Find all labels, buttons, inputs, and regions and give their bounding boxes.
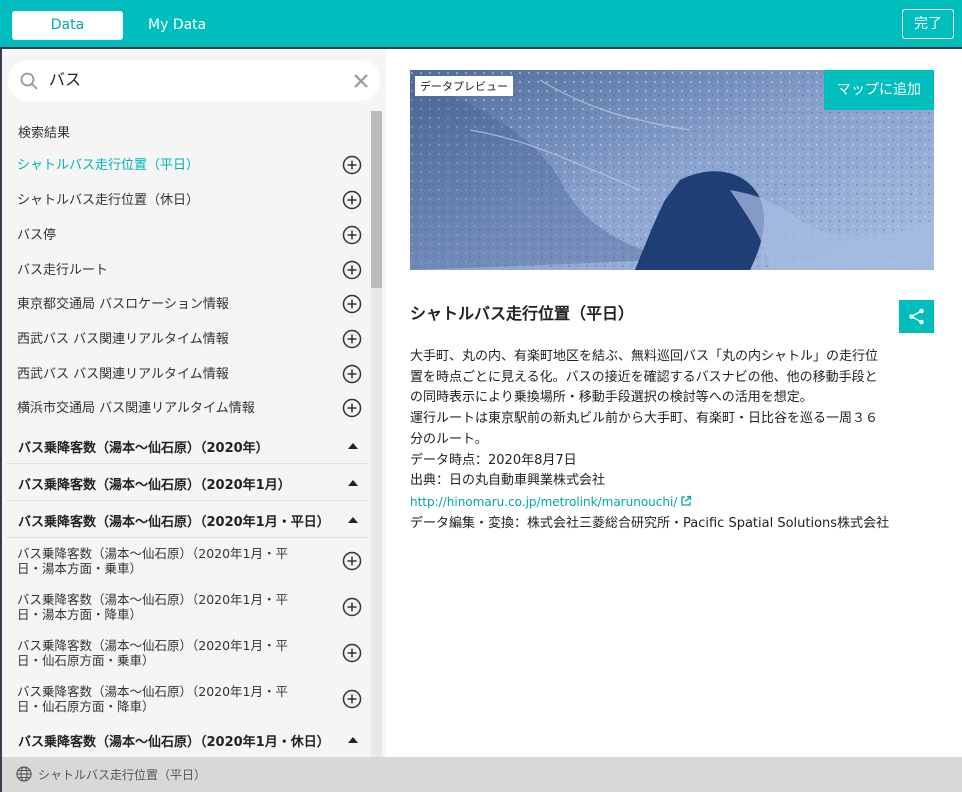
- add-circle-icon[interactable]: [342, 364, 362, 384]
- list-item[interactable]: 東京都交通局 バスロケーション情報: [6, 293, 368, 315]
- group-header[interactable]: バス乗降客数（湯本～仙石原）（2020年1月）: [6, 465, 368, 501]
- list-item-label: シャトルバス走行位置（休日）: [17, 193, 200, 208]
- add-circle-icon[interactable]: [342, 294, 362, 314]
- list-item-label: 東京都交通局 バスロケーション情報: [17, 297, 229, 312]
- group-header[interactable]: バス乗降客数（湯本～仙石原）（2020年1月・平日）: [6, 502, 368, 538]
- catalogue-sidebar: バス 検索結果 シャトルバス走行位置（平日） シャトルバス走行位置（休日） バス…: [0, 49, 386, 757]
- done-button[interactable]: 完了: [902, 9, 954, 39]
- label-line-2: 日・仙石原方面・乗車）: [17, 653, 155, 668]
- add-circle-icon[interactable]: [342, 398, 362, 418]
- description-line: 大手町、丸の内、有楽町地区を結ぶ、無料巡回バス「丸の内シャトル」の走行位: [410, 349, 879, 364]
- data-date: データ時点：2020年8月7日: [410, 452, 577, 468]
- group-label: バス乗降客数（湯本～仙石原）（2020年1月・平日）: [18, 515, 330, 530]
- add-circle-icon[interactable]: [342, 597, 362, 617]
- list-item-label: 西武バス バス関連リアルタイム情報: [17, 332, 229, 347]
- add-circle-icon[interactable]: [342, 689, 362, 709]
- search-input[interactable]: バス: [49, 69, 81, 91]
- add-circle-icon[interactable]: [342, 155, 362, 175]
- label-line-2: 日・湯本方面・降車）: [17, 607, 143, 622]
- list-item[interactable]: シャトルバス走行位置（休日）: [6, 189, 368, 211]
- list-item-label: 西武バス バス関連リアルタイム情報: [17, 367, 229, 382]
- list-item[interactable]: バス乗降客数（湯本～仙石原）（2020年1月・平 日・湯本方面・降車）: [6, 591, 368, 625]
- description-line: の同時表示により乗換場所・移動手段選択の検討等への活用を想定。: [410, 390, 813, 406]
- list-item[interactable]: バス乗降客数（湯本～仙石原）（2020年1月・平 日・仙石原方面・降車）: [6, 683, 368, 717]
- status-bar: シャトルバス走行位置（平日）: [0, 757, 962, 792]
- source-link-row: http://hinomaru.co.jp/metrolink/marunouc…: [410, 492, 934, 514]
- list-item[interactable]: バス走行ルート: [6, 259, 368, 281]
- label-line-1: バス乗降客数（湯本～仙石原）（2020年1月・平: [17, 546, 289, 561]
- caret-up-icon: [348, 517, 358, 523]
- search-icon: [20, 72, 38, 90]
- group-label: バス乗降客数（湯本～仙石原）（2020年1月・休日）: [18, 735, 330, 750]
- label-line-2: 日・湯本方面・乗車）: [17, 561, 143, 576]
- list-item-label: バス乗降客数（湯本～仙石原）（2020年1月・平 日・仙石原方面・乗車）: [17, 638, 288, 668]
- caret-up-icon: [348, 443, 358, 449]
- caret-up-icon: [348, 737, 358, 743]
- globe-icon: [16, 766, 32, 782]
- list-item-label: バス走行ルート: [17, 263, 109, 278]
- description-line: 置を時点ごとに見える化。バスの接近を確認するバスナビの他、他の移動手段と: [410, 369, 878, 385]
- data-source: 出典：日の丸自動車興業株式会社: [410, 473, 606, 489]
- add-circle-icon[interactable]: [342, 551, 362, 571]
- external-link-icon[interactable]: [680, 495, 692, 507]
- preview-label: データプレビュー: [415, 76, 513, 96]
- list-item-label: 横浜市交通局 バス関連リアルタイム情報: [17, 401, 255, 416]
- add-circle-icon[interactable]: [342, 643, 362, 663]
- group-header[interactable]: バス乗降客数（湯本～仙石原）（2020年1月・休日）: [6, 722, 368, 757]
- list-item[interactable]: バス停: [6, 224, 368, 246]
- list-item[interactable]: 西武バス バス関連リアルタイム情報: [6, 363, 368, 385]
- tab-data-catalogue[interactable]: Data Catalogue: [12, 11, 123, 62]
- list-item[interactable]: バス乗降客数（湯本～仙石原）（2020年1月・平 日・湯本方面・乗車）: [6, 545, 368, 579]
- list-item[interactable]: 西武バス バス関連リアルタイム情報: [6, 328, 368, 350]
- list-item-label: シャトルバス走行位置（平日）: [17, 158, 200, 173]
- source-link[interactable]: http://hinomaru.co.jp/metrolink/marunouc…: [410, 495, 677, 509]
- list-item-label: バス乗降客数（湯本～仙石原）（2020年1月・平 日・湯本方面・乗車）: [17, 546, 288, 576]
- add-to-map-button[interactable]: マップに追加: [824, 70, 934, 110]
- group-header[interactable]: バス乗降客数（湯本～仙石原）（2020年）: [6, 428, 368, 464]
- list-item[interactable]: 横浜市交通局 バス関連リアルタイム情報: [6, 397, 368, 419]
- results-heading: 検索結果: [18, 126, 71, 141]
- list-item-label: バス乗降客数（湯本～仙石原）（2020年1月・平 日・仙石原方面・降車）: [17, 684, 288, 714]
- label-line-1: バス乗降客数（湯本～仙石原）（2020年1月・平: [17, 638, 289, 653]
- description-line: 分のルート。: [410, 431, 488, 447]
- data-credit: データ編集・変換：株式会社三菱総合研究所・Pacific Spatial Sol…: [410, 515, 890, 531]
- share-icon[interactable]: [899, 300, 934, 333]
- label-line-1: バス乗降客数（湯本～仙石原）（2020年1月・平: [17, 684, 289, 699]
- label-line-1: バス乗降客数（湯本～仙石原）（2020年1月・平: [17, 592, 289, 607]
- add-circle-icon[interactable]: [342, 329, 362, 349]
- group-label: バス乗降客数（湯本～仙石原）（2020年1月）: [18, 478, 291, 493]
- scrollbar-thumb[interactable]: [371, 111, 382, 288]
- dataset-description: 大手町、丸の内、有楽町地区を結ぶ、無料巡回バス「丸の内シャトル」の走行位 置を時…: [410, 347, 934, 534]
- label-line-2: 日・仙石原方面・降車）: [17, 699, 155, 714]
- list-item-label: バス停: [17, 228, 57, 243]
- list-item[interactable]: シャトルバス走行位置（平日）: [6, 154, 368, 176]
- add-circle-icon[interactable]: [342, 225, 362, 245]
- app-header: Data Catalogue My Data 完了: [0, 0, 962, 62]
- status-text: シャトルバス走行位置（平日）: [38, 768, 207, 782]
- tab-my-data[interactable]: My Data: [143, 11, 211, 40]
- list-item-label: バス乗降客数（湯本～仙石原）（2020年1月・平 日・湯本方面・降車）: [17, 592, 288, 622]
- add-circle-icon[interactable]: [342, 260, 362, 280]
- list-item[interactable]: バス乗降客数（湯本～仙石原）（2020年1月・平 日・仙石原方面・乗車）: [6, 637, 368, 671]
- group-label: バス乗降客数（湯本～仙石原）（2020年）: [18, 441, 269, 456]
- search-box[interactable]: バス: [8, 60, 380, 101]
- caret-up-icon: [348, 480, 358, 486]
- dataset-title: シャトルバス走行位置（平日）: [410, 304, 635, 323]
- description-line: 運行ルートは東京駅前の新丸ビル前から大手町、有楽町・日比谷を巡る一周３６: [410, 411, 879, 427]
- close-icon[interactable]: [352, 72, 370, 90]
- add-circle-icon[interactable]: [342, 190, 362, 210]
